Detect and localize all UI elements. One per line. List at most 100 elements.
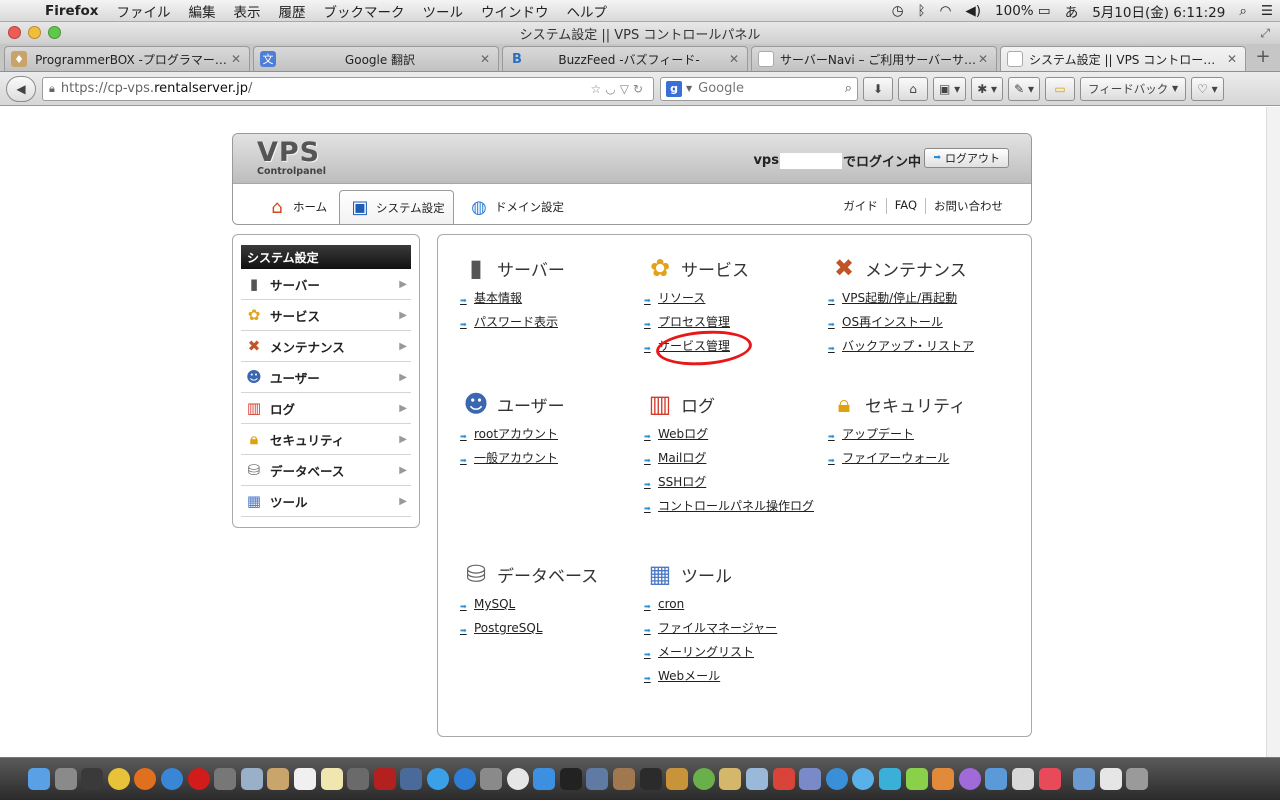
minimize-window-button[interactable] xyxy=(28,26,41,39)
back-button[interactable]: ◀ xyxy=(6,75,36,102)
new-tab-button[interactable]: + xyxy=(1252,46,1274,69)
app-icon[interactable] xyxy=(879,768,901,790)
itunes-icon[interactable] xyxy=(426,768,449,790)
link-ssh-log[interactable]: ➡ SSHログ xyxy=(644,475,824,492)
notes-icon[interactable] xyxy=(320,768,343,790)
link-vps-power[interactable]: ➡ VPS起動/停止/再起動 xyxy=(828,291,1008,308)
tab-buzzfeed[interactable]: B BuzzFeed -バズフィード- ✕ xyxy=(502,46,748,71)
link-basic-info[interactable]: ➡ 基本情報 xyxy=(460,291,640,308)
spotlight-icon[interactable]: ⌕ xyxy=(1232,3,1254,19)
link-contact[interactable]: お問い合わせ xyxy=(925,198,1011,214)
chrome-icon[interactable] xyxy=(107,768,130,790)
iphoto-icon[interactable] xyxy=(400,768,423,790)
link-general-account[interactable]: ➡ 一般アカウント xyxy=(460,451,640,468)
menu-bookmarks[interactable]: ブックマーク xyxy=(315,1,414,21)
menu-app-name[interactable]: Firefox xyxy=(36,3,108,19)
tab-system-settings[interactable]: ▣ システム設定 xyxy=(339,190,454,224)
link-root-account[interactable]: ➡ rootアカウント xyxy=(460,427,640,444)
tools-button[interactable]: ✱ ▾ xyxy=(971,76,1004,101)
downloads-button[interactable]: ⬇ xyxy=(863,76,893,101)
app-icon[interactable] xyxy=(719,768,742,790)
app-icon[interactable] xyxy=(958,768,981,790)
link-file-manager[interactable]: ➡ ファイルマネージャー xyxy=(644,621,824,638)
bluetooth-icon[interactable]: ᛒ xyxy=(910,3,932,19)
menu-window[interactable]: ウインドウ xyxy=(472,1,558,21)
contacts-icon[interactable] xyxy=(267,768,290,790)
link-guide[interactable]: ガイド xyxy=(835,198,886,214)
url-text[interactable]: https://cp-vps.rentalserver.jp/ xyxy=(61,81,591,96)
link-postgresql[interactable]: ➡ PostgreSQL xyxy=(460,621,640,638)
page-scrollbar[interactable] xyxy=(1266,107,1280,757)
app-icon[interactable] xyxy=(692,768,715,790)
home-button[interactable]: ⌂ xyxy=(898,76,928,101)
tab-close-icon[interactable]: ✕ xyxy=(1225,52,1239,66)
safari-icon[interactable] xyxy=(160,768,183,790)
sidebar-item-user[interactable]: ☻ ユーザー ▶ xyxy=(241,362,411,393)
feedback-button[interactable]: フィードバック ▼ xyxy=(1080,76,1187,101)
dropbox-icon[interactable] xyxy=(533,768,556,790)
link-firewall[interactable]: ➡ ファイアーウォール xyxy=(828,451,1008,468)
activity-monitor-icon[interactable] xyxy=(639,768,662,790)
bookmark-star-icon[interactable]: ☆ xyxy=(590,82,605,96)
link-os-reinstall[interactable]: ➡ OS再インストール xyxy=(828,315,1008,332)
link-process-management[interactable]: ➡ プロセス管理 xyxy=(644,315,824,332)
xcode-icon[interactable] xyxy=(586,768,609,790)
sidebar-item-service[interactable]: ✿ サービス ▶ xyxy=(241,300,411,331)
trash-icon[interactable] xyxy=(1126,768,1149,790)
search-engine-dropdown-icon[interactable]: ▼ xyxy=(686,84,692,93)
facetime-icon[interactable] xyxy=(347,768,370,790)
app-store-icon[interactable] xyxy=(453,768,476,790)
menu-tools[interactable]: ツール xyxy=(414,1,473,21)
sidebar-item-server[interactable]: ▮ サーバー ▶ xyxy=(241,269,411,300)
time-machine-icon[interactable]: ◷ xyxy=(885,3,911,19)
search-bar[interactable]: g ▼ ⌕ xyxy=(660,76,858,101)
link-webmail[interactable]: ➡ Webメール xyxy=(644,669,824,686)
link-cron[interactable]: ➡ cron xyxy=(644,597,824,614)
app-icon[interactable] xyxy=(905,768,928,790)
tab-vps-system-settings[interactable]: システム設定 || VPS コントロール… ✕ xyxy=(1000,46,1246,71)
firefox-icon[interactable] xyxy=(134,768,157,790)
sidebar-item-maintenance[interactable]: ✖ メンテナンス ▶ xyxy=(241,331,411,362)
menu-view[interactable]: 表示 xyxy=(225,1,270,21)
link-update[interactable]: ➡ アップデート xyxy=(828,427,1008,444)
link-control-panel-log[interactable]: ➡ コントロールパネル操作ログ xyxy=(644,499,824,516)
app-icon[interactable] xyxy=(746,768,769,790)
app-icon[interactable] xyxy=(1011,768,1034,790)
search-engine-icon[interactable]: g xyxy=(666,80,682,97)
site-identity-icon[interactable]: 🔒︎ xyxy=(49,82,55,96)
app-icon[interactable] xyxy=(772,768,795,790)
opera-icon[interactable] xyxy=(187,768,210,790)
tab-home[interactable]: ⌂ ホーム xyxy=(257,190,335,224)
launchpad-icon[interactable] xyxy=(54,768,77,790)
sidebar-button[interactable]: ▭ xyxy=(1045,76,1075,101)
link-resource[interactable]: ➡ リソース xyxy=(644,291,824,308)
tab-close-icon[interactable]: ✕ xyxy=(727,52,741,66)
close-window-button[interactable] xyxy=(8,26,21,39)
pocket-dock-icon[interactable] xyxy=(1038,768,1061,790)
sidebar-item-security[interactable]: 🔒︎ セキュリティ ▶ xyxy=(241,424,411,455)
volume-icon[interactable]: ◀) xyxy=(958,3,988,19)
link-web-log[interactable]: ➡ Webログ xyxy=(644,427,824,444)
link-mysql[interactable]: ➡ MySQL xyxy=(460,597,640,614)
system-preferences-icon[interactable] xyxy=(480,768,503,790)
link-faq[interactable]: FAQ xyxy=(885,198,925,214)
app-icon[interactable] xyxy=(613,768,636,790)
wifi-icon[interactable]: ◠ xyxy=(933,3,959,19)
sidebar-item-database[interactable]: ⛁ データベース ▶ xyxy=(241,455,411,486)
app-icon[interactable] xyxy=(666,768,689,790)
zoom-window-button[interactable] xyxy=(48,26,61,39)
link-mailing-list[interactable]: ➡ メーリングリスト xyxy=(644,645,824,662)
mail-icon[interactable] xyxy=(240,768,263,790)
url-dropdown-icon[interactable]: ▽ xyxy=(620,82,633,96)
app-icon[interactable] xyxy=(825,768,848,790)
link-mail-log[interactable]: ➡ Mailログ xyxy=(644,451,824,468)
notification-center-icon[interactable]: ☰ xyxy=(1254,3,1280,19)
skype-icon[interactable] xyxy=(506,768,529,790)
tab-server-navi[interactable]: サーバーNavi – ご利用サーバーサ… ✕ xyxy=(751,46,997,71)
calendar-icon[interactable] xyxy=(293,768,316,790)
tab-close-icon[interactable]: ✕ xyxy=(976,52,990,66)
menu-help[interactable]: ヘルプ xyxy=(558,1,617,21)
link-backup-restore[interactable]: ➡ バックアップ・リストア xyxy=(828,339,1008,356)
app-icon[interactable] xyxy=(932,768,955,790)
terminal-icon[interactable] xyxy=(559,768,582,790)
